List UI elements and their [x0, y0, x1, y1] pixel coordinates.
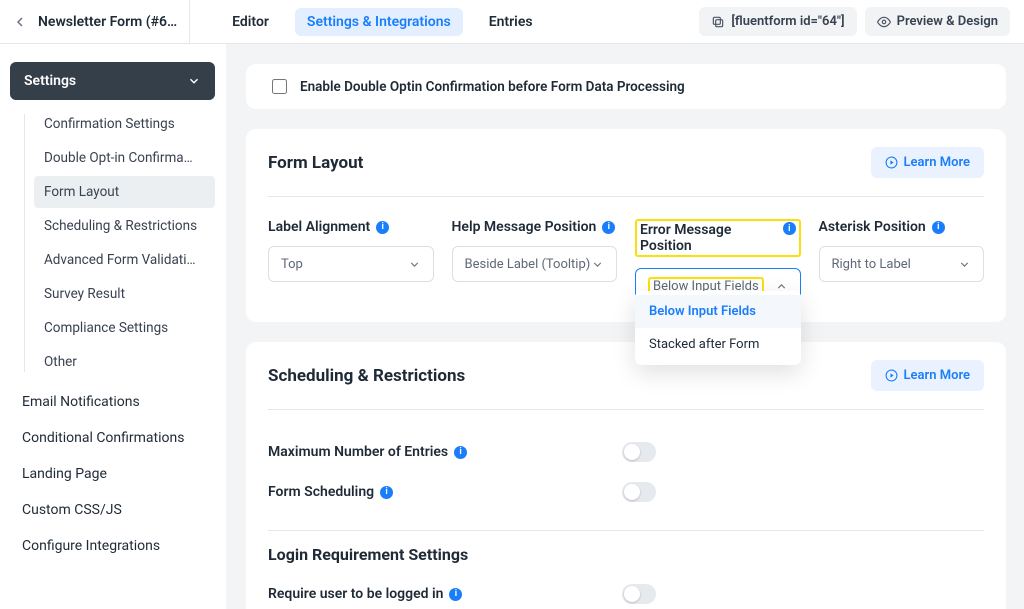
tab-settings[interactable]: Settings & Integrations — [295, 8, 463, 36]
main-content: Enable Double Optin Confirmation before … — [226, 44, 1024, 609]
back-icon[interactable] — [12, 14, 28, 30]
asterisk-label: Asterisk Position — [819, 219, 926, 235]
asterisk-select[interactable]: Right to Label — [819, 246, 985, 282]
info-icon[interactable]: i — [380, 486, 393, 499]
sidebar-item-scheduling[interactable]: Scheduling & Restrictions — [34, 210, 215, 242]
chevron-down-icon — [958, 258, 971, 271]
form-layout-title: Form Layout — [268, 153, 363, 173]
error-position-label: Error Message Position — [640, 222, 780, 254]
sidebar-link-email-notifications[interactable]: Email Notifications — [10, 384, 215, 420]
divider — [268, 196, 984, 197]
learn-more-scheduling[interactable]: Learn More — [871, 360, 984, 391]
label-alignment-select[interactable]: Top — [268, 246, 434, 282]
sidebar-link-conditional-confirmations[interactable]: Conditional Confirmations — [10, 420, 215, 456]
sidebar: Settings Confirmation Settings Double Op… — [0, 44, 226, 609]
double-optin-card: Enable Double Optin Confirmation before … — [246, 64, 1006, 109]
help-position-label: Help Message Position — [452, 219, 597, 235]
info-icon[interactable]: i — [449, 588, 462, 601]
sidebar-tree: Confirmation Settings Double Opt-in Conf… — [10, 108, 215, 378]
info-icon[interactable]: i — [932, 221, 945, 234]
learn-more-label: Learn More — [904, 368, 970, 383]
learn-more-label: Learn More — [904, 155, 970, 170]
require-login-label: Require user to be logged in — [268, 586, 443, 602]
sidebar-link-landing-page[interactable]: Landing Page — [10, 456, 215, 492]
sidebar-item-compliance[interactable]: Compliance Settings — [34, 312, 215, 344]
tab-editor[interactable]: Editor — [220, 8, 281, 36]
max-entries-label: Maximum Number of Entries — [268, 444, 448, 460]
learn-more-form-layout[interactable]: Learn More — [871, 147, 984, 178]
row-form-scheduling: Form Scheduling i — [268, 472, 984, 512]
sidebar-item-double-optin[interactable]: Double Opt-in Confirma… — [34, 142, 215, 174]
field-help-position: Help Message Position i Beside Label (To… — [452, 219, 618, 304]
main-nav-tabs: Editor Settings & Integrations Entries — [198, 8, 544, 36]
login-req-title: Login Requirement Settings — [268, 530, 984, 564]
scheduling-card: Scheduling & Restrictions Learn More Max… — [246, 342, 1006, 609]
row-max-entries: Maximum Number of Entries i — [268, 432, 984, 472]
max-entries-toggle[interactable] — [622, 442, 656, 462]
info-icon[interactable]: i — [454, 446, 467, 459]
double-optin-checkbox[interactable] — [272, 79, 287, 94]
error-position-dropdown: Below Input Fields Stacked after Form — [635, 291, 801, 365]
sidebar-settings-header[interactable]: Settings — [10, 62, 215, 100]
info-icon[interactable]: i — [602, 221, 615, 234]
sidebar-item-advanced-validation[interactable]: Advanced Form Validati… — [34, 244, 215, 276]
sidebar-link-configure-integrations[interactable]: Configure Integrations — [10, 528, 215, 564]
require-login-toggle[interactable] — [622, 584, 656, 604]
sidebar-link-custom-css-js[interactable]: Custom CSS/JS — [10, 492, 215, 528]
top-bar: Newsletter Form (#6… Editor Settings & I… — [0, 0, 1024, 44]
double-optin-row[interactable]: Enable Double Optin Confirmation before … — [268, 76, 984, 97]
info-icon[interactable]: i — [376, 221, 389, 234]
help-position-value: Beside Label (Tooltip) — [465, 257, 591, 272]
divider — [268, 409, 984, 410]
form-scheduling-label: Form Scheduling — [268, 484, 374, 500]
scheduling-title: Scheduling & Restrictions — [268, 366, 465, 386]
sidebar-header-label: Settings — [24, 73, 76, 89]
form-layout-card: Form Layout Learn More Label Alignment i… — [246, 129, 1006, 322]
sidebar-item-survey-result[interactable]: Survey Result — [34, 278, 215, 310]
sidebar-item-other[interactable]: Other — [34, 346, 215, 378]
sidebar-item-form-layout[interactable]: Form Layout — [34, 176, 215, 208]
field-label-alignment: Label Alignment i Top — [268, 219, 434, 304]
label-alignment-value: Top — [281, 257, 303, 272]
sidebar-links: Email Notifications Conditional Confirma… — [10, 384, 215, 564]
copy-icon — [711, 15, 725, 29]
asterisk-value: Right to Label — [832, 257, 911, 272]
sidebar-item-confirmation[interactable]: Confirmation Settings — [34, 108, 215, 140]
info-icon[interactable]: i — [783, 222, 795, 235]
row-require-login: Require user to be logged in i — [268, 574, 984, 609]
chevron-down-icon — [408, 258, 421, 271]
field-error-position: Error Message Position i Below Input Fie… — [635, 219, 801, 304]
preview-design-label: Preview & Design — [897, 14, 998, 29]
form-scheduling-toggle[interactable] — [622, 482, 656, 502]
play-circle-icon — [885, 369, 898, 382]
back-zone: Newsletter Form (#6… — [0, 0, 190, 43]
double-optin-label: Enable Double Optin Confirmation before … — [300, 79, 685, 95]
chevron-down-icon — [591, 258, 604, 271]
dropdown-item-below[interactable]: Below Input Fields — [635, 295, 801, 328]
shortcode-text: [fluentform id="64"] — [731, 14, 844, 29]
help-position-select[interactable]: Beside Label (Tooltip) — [452, 246, 618, 282]
field-asterisk-position: Asterisk Position i Right to Label — [819, 219, 985, 304]
shortcode-button[interactable]: [fluentform id="64"] — [699, 7, 856, 36]
preview-design-button[interactable]: Preview & Design — [865, 7, 1010, 36]
form-title: Newsletter Form (#6… — [38, 14, 177, 30]
eye-icon — [877, 15, 891, 29]
tab-entries[interactable]: Entries — [477, 8, 545, 36]
label-alignment-label: Label Alignment — [268, 219, 370, 235]
play-circle-icon — [885, 156, 898, 169]
chevron-down-icon — [187, 74, 201, 88]
dropdown-item-stacked[interactable]: Stacked after Form — [635, 328, 801, 361]
